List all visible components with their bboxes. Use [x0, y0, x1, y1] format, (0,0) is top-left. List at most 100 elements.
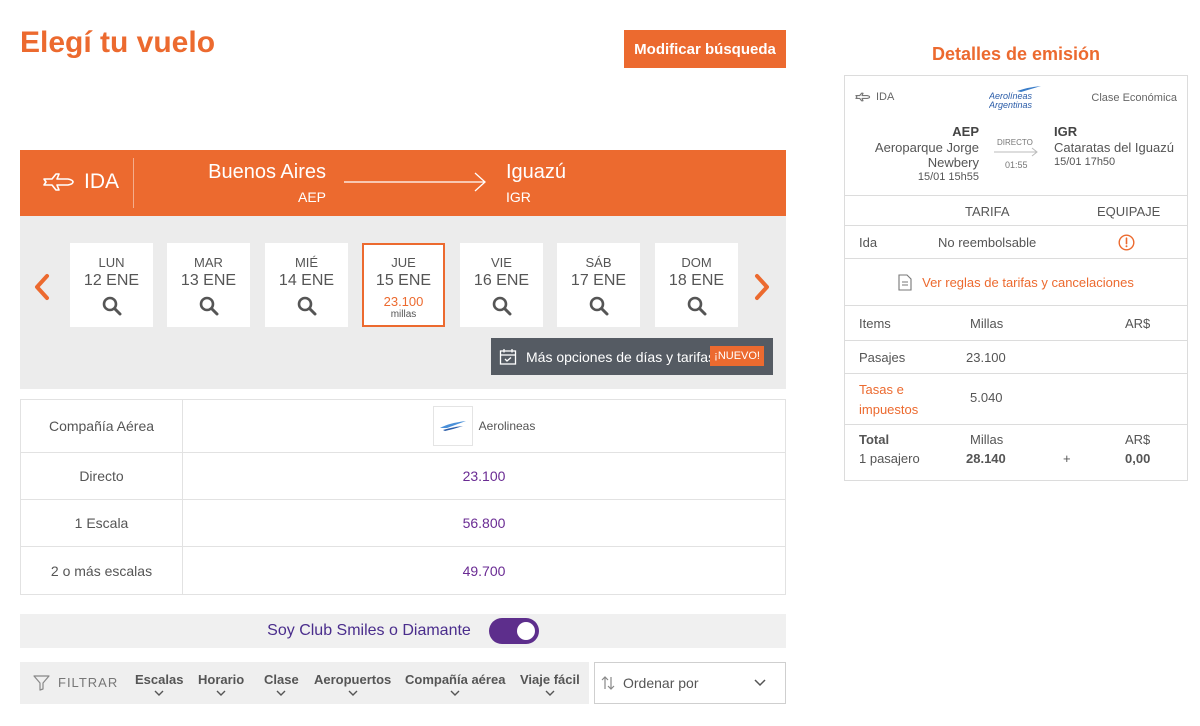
date-card-thu-selected[interactable]: JUE 15 ENE 23.100 millas	[362, 243, 445, 327]
details-direction-text: IDA	[876, 91, 895, 103]
plane-icon	[43, 173, 74, 191]
airline-cell: Aerolineas	[183, 400, 785, 452]
details-card: IDA Aerolíneas Argentinas Clase Económic…	[844, 75, 1188, 481]
svg-text:Argentinas: Argentinas	[989, 100, 1033, 110]
filter-escalas[interactable]: Escalas	[135, 672, 183, 697]
date-selector: LUN 12 ENE MAR 13 ENE MIÉ 14 ENE JUE 15 …	[20, 216, 786, 389]
more-options-button[interactable]: Más opciones de días y tarifas ¡NUEVO!	[491, 338, 773, 375]
taxes-link[interactable]: Tasas e impuestos	[859, 380, 929, 420]
sort-icon	[601, 676, 615, 690]
sort-label: Ordenar por	[623, 675, 699, 691]
taxes-row: Tasas e impuestos 5.040	[845, 375, 1187, 425]
details-destination-name: Cataratas del Iguazú	[1054, 140, 1174, 155]
chevron-down-icon	[276, 690, 286, 696]
date-card-fri[interactable]: VIE 16 ENE	[460, 243, 543, 327]
filter-clase[interactable]: Clase	[264, 672, 299, 697]
page-title: Elegí tu vuelo	[20, 26, 216, 59]
filter-horario[interactable]: Horario	[198, 672, 244, 697]
chevron-down-icon	[754, 679, 766, 687]
direction-text: IDA	[84, 170, 120, 193]
stops-label: 1 Escala	[21, 500, 183, 546]
day-price-unit: millas	[390, 309, 417, 320]
day-date: 13 ENE	[180, 272, 237, 289]
filter-item-label: Escalas	[135, 672, 184, 687]
filter-compania-aerea[interactable]: Compañía aérea	[405, 672, 505, 697]
matrix-row: 1 Escala 56.800	[21, 500, 785, 547]
passenger-count: 1 pasajero	[859, 451, 920, 466]
flight-matrix: Compañía Aérea Aerolineas Directo 23.100…	[20, 399, 786, 595]
prev-dates-arrow-icon[interactable]	[32, 272, 52, 302]
filter-bar: FILTRAR Escalas Horario Clase Aeropuerto…	[20, 662, 589, 704]
date-card-tue[interactable]: MAR 13 ENE	[167, 243, 250, 327]
flight-duration: 01:55	[1005, 160, 1028, 170]
pasajes-row: Pasajes 23.100	[845, 342, 1187, 374]
search-icon	[297, 296, 316, 316]
total-currency-header: AR$	[1125, 432, 1151, 447]
fare-row-label: Ida	[859, 235, 878, 250]
total-miles-header: Millas	[970, 432, 1004, 447]
aerolineas-logo-icon	[439, 421, 466, 431]
date-card-sun[interactable]: DOM 18 ENE	[655, 243, 738, 327]
filter-aeropuertos[interactable]: Aeropuertos	[314, 672, 391, 697]
fare-header: TARIFA	[965, 204, 1010, 219]
currency-header: AR$	[1125, 316, 1151, 331]
document-icon	[898, 274, 912, 291]
day-of-week: LUN	[98, 255, 125, 270]
total-currency: 0,00	[1125, 451, 1151, 466]
arrival-datetime: 15/01 17h50	[1054, 156, 1116, 168]
club-smiles-toggle[interactable]	[488, 618, 539, 644]
more-options-label: Más opciones de días y tarifas	[526, 348, 716, 365]
new-badge: ¡NUEVO!	[710, 346, 764, 366]
alert-icon[interactable]	[1118, 234, 1135, 251]
filter-button[interactable]: FILTRAR	[33, 674, 118, 691]
filter-item-label: Clase	[264, 672, 299, 687]
route-divider	[133, 158, 134, 208]
price-cell[interactable]: 56.800	[183, 500, 785, 546]
matrix-header-row: Compañía Aérea Aerolineas	[21, 400, 785, 453]
search-icon	[199, 296, 218, 316]
day-of-week: DOM	[681, 255, 712, 270]
matrix-row: Directo 23.100	[21, 453, 785, 500]
chevron-down-icon	[154, 690, 164, 696]
price-cell[interactable]: 23.100	[183, 453, 785, 499]
route-banner: IDA Buenos Aires AEP Iguazú IGR	[20, 150, 786, 216]
total-row: Total 1 pasajero Millas 28.140 + AR$ 0,0…	[845, 426, 1187, 480]
search-icon	[102, 296, 121, 316]
baggage-header: EQUIPAJE	[1097, 204, 1161, 219]
calendar-icon	[499, 348, 517, 365]
miles-header: Millas	[970, 316, 1004, 331]
filter-label: FILTRAR	[58, 675, 119, 690]
filter-viaje-facil[interactable]: Viaje fácil	[520, 672, 580, 697]
search-icon	[492, 296, 511, 316]
flight-arrow-icon	[994, 147, 1038, 157]
day-date: 17 ENE	[570, 272, 627, 289]
total-miles: 28.140	[966, 451, 1006, 466]
airline-name: Aerolineas	[478, 419, 536, 433]
filter-item-label: Compañía aérea	[405, 672, 506, 687]
date-card-mon[interactable]: LUN 12 ENE	[70, 243, 153, 327]
modify-search-button[interactable]: Modificar búsqueda	[624, 30, 786, 68]
date-card-sat[interactable]: SÁB 17 ENE	[557, 243, 640, 327]
airline-logo	[432, 406, 473, 446]
pasajes-miles: 23.100	[966, 350, 1006, 365]
origin-city: Buenos Aires	[208, 161, 326, 183]
price-cell[interactable]: 49.700	[183, 547, 785, 594]
day-date: 12 ENE	[83, 272, 140, 289]
plane-icon	[855, 92, 871, 102]
flight-summary: IDA Aerolíneas Argentinas Clase Económic…	[845, 76, 1187, 196]
origin-code: AEP	[297, 189, 326, 205]
day-of-week: SÁB	[585, 255, 612, 270]
chevron-down-icon	[450, 690, 460, 696]
toggle-knob	[516, 622, 535, 640]
sort-select[interactable]: Ordenar por	[594, 662, 786, 704]
next-dates-arrow-icon[interactable]	[752, 272, 772, 302]
pasajes-label: Pasajes	[859, 350, 906, 365]
chevron-down-icon	[545, 690, 555, 696]
date-card-wed[interactable]: MIÉ 14 ENE	[265, 243, 348, 327]
stops-label: 2 o más escalas	[21, 547, 183, 594]
fare-rules-link[interactable]: Ver reglas de tarifas y cancelaciones	[845, 260, 1187, 306]
fare-rules-text: Ver reglas de tarifas y cancelaciones	[922, 275, 1134, 290]
filter-item-label: Horario	[198, 672, 245, 687]
day-date: 16 ENE	[473, 272, 530, 289]
day-price: 23.100	[383, 294, 424, 309]
